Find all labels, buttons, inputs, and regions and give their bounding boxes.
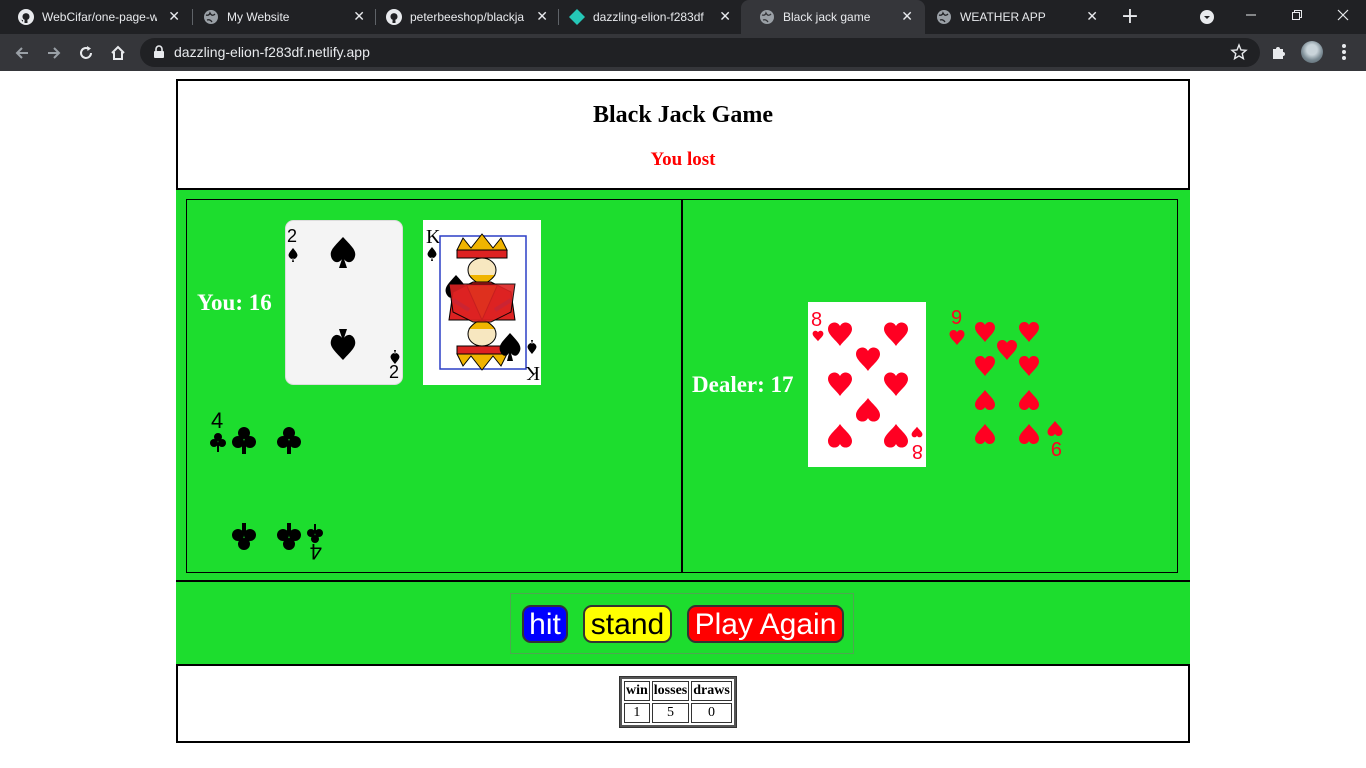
- close-icon: [1337, 9, 1349, 21]
- player-card: 2 2: [285, 220, 403, 385]
- forward-button[interactable]: [40, 39, 68, 67]
- restore-button[interactable]: [1274, 0, 1320, 34]
- url-text: dazzling-elion-f283df.netlify.app: [174, 44, 370, 60]
- svg-text:8: 8: [811, 309, 822, 331]
- game-result: You lost: [650, 149, 716, 170]
- svg-text:2: 2: [287, 226, 297, 246]
- new-tab-button[interactable]: +: [1118, 4, 1142, 30]
- github-icon: [386, 9, 402, 25]
- svg-text:K: K: [426, 226, 441, 248]
- hands-container: You: 16 2 2 K K 4 4 Dealer: 17 8 8 9 9: [186, 199, 1178, 573]
- globe-icon: [759, 9, 775, 25]
- github-icon: [18, 9, 34, 25]
- more-menu-icon[interactable]: [1336, 42, 1352, 62]
- tab-title: WebCifar/one-page-w: [42, 10, 157, 24]
- hands-divider: [681, 200, 683, 572]
- svg-text:9: 9: [951, 307, 962, 329]
- score-table: win losses draws 1 5 0: [619, 676, 737, 728]
- stats-area: win losses draws 1 5 0: [178, 666, 1188, 741]
- tab-title: peterbeeshop/blackja: [410, 10, 525, 24]
- svg-text:4: 4: [211, 408, 223, 433]
- arrow-left-icon: [15, 47, 28, 59]
- home-icon: [111, 45, 125, 60]
- back-button[interactable]: [8, 39, 36, 67]
- win-count: 1: [624, 703, 650, 723]
- draws-header: draws: [691, 681, 732, 701]
- game-container: Black Jack Game You lost You: 16 2 2 K K…: [176, 79, 1190, 743]
- win-header: win: [624, 681, 650, 701]
- button-group: hit stand Play Again: [510, 593, 854, 654]
- svg-text:4: 4: [310, 539, 322, 564]
- tab-title: Black jack game: [783, 10, 871, 24]
- close-icon[interactable]: ✕: [168, 0, 180, 34]
- play-again-button[interactable]: Play Again: [687, 605, 844, 643]
- dealer-score: Dealer: 17: [692, 372, 794, 397]
- losses-count: 5: [651, 703, 690, 723]
- bookmark-star-icon[interactable]: [1230, 43, 1248, 61]
- controls-bar: hit stand Play Again: [176, 582, 1190, 666]
- svg-text:8: 8: [912, 440, 923, 462]
- draws-count: 0: [691, 703, 732, 723]
- svg-text:9: 9: [1051, 437, 1062, 459]
- score-table-header-row: win losses draws: [624, 681, 732, 701]
- close-icon[interactable]: ✕: [901, 0, 913, 34]
- tab-search-button[interactable]: [1184, 0, 1230, 34]
- close-icon[interactable]: ✕: [536, 0, 548, 34]
- tab-title: dazzling-elion-f283df: [593, 10, 704, 24]
- close-icon[interactable]: ✕: [1086, 0, 1098, 34]
- page-viewport: Black Jack Game You lost You: 16 2 2 K K…: [0, 71, 1366, 768]
- game-title: Black Jack Game: [593, 102, 773, 128]
- profile-avatar[interactable]: [1301, 41, 1323, 63]
- dealer-card: 8 8: [808, 302, 926, 467]
- restore-icon: [1292, 10, 1302, 20]
- arrow-right-icon: [48, 47, 61, 59]
- lock-icon: [154, 45, 164, 58]
- chevron-down-icon: [1200, 10, 1214, 24]
- globe-icon: [936, 9, 952, 25]
- home-button[interactable]: [104, 39, 132, 67]
- game-header: Black Jack Game You lost: [178, 81, 1188, 189]
- tab-title: WEATHER APP: [960, 10, 1046, 24]
- browser-tab[interactable]: WEATHER APP ✕: [918, 0, 1110, 34]
- hit-button[interactable]: hit: [522, 605, 568, 643]
- minimize-button[interactable]: [1228, 0, 1274, 34]
- tab-title: My Website: [227, 10, 290, 24]
- card-table: You: 16 2 2 K K 4 4 Dealer: 17 8 8 9 9: [176, 188, 1190, 582]
- globe-icon: [203, 9, 219, 25]
- address-bar[interactable]: dazzling-elion-f283df.netlify.app: [140, 38, 1260, 67]
- browser-tab[interactable]: My Website ✕: [185, 0, 377, 34]
- netlify-icon: [569, 9, 585, 25]
- losses-header: losses: [651, 681, 690, 701]
- player-card: K K: [423, 220, 541, 385]
- dealer-card: 9 9: [949, 307, 1063, 459]
- close-icon[interactable]: ✕: [353, 0, 365, 34]
- browser-tab[interactable]: WebCifar/one-page-w ✕: [0, 0, 192, 34]
- reload-button[interactable]: [72, 39, 100, 67]
- extensions-icon[interactable]: [1270, 43, 1288, 61]
- browser-tab-active[interactable]: Black jack game ✕: [741, 0, 925, 34]
- stand-button[interactable]: stand: [583, 605, 672, 643]
- player-score: You: 16: [197, 290, 272, 315]
- player-card: 4 4: [210, 408, 323, 564]
- browser-tab[interactable]: dazzling-elion-f283df ✕: [551, 0, 743, 34]
- reload-icon: [80, 46, 92, 59]
- minimize-icon: [1246, 14, 1256, 16]
- score-table-values-row: 1 5 0: [624, 703, 732, 723]
- browser-tab[interactable]: peterbeeshop/blackja ✕: [368, 0, 560, 34]
- close-icon[interactable]: ✕: [719, 0, 731, 34]
- svg-text:K: K: [525, 362, 540, 384]
- browser-tab-strip: WebCifar/one-page-w ✕ My Website ✕ peter…: [0, 0, 1366, 34]
- svg-text:2: 2: [389, 362, 399, 382]
- browser-toolbar: dazzling-elion-f283df.netlify.app: [0, 34, 1366, 71]
- close-window-button[interactable]: [1320, 0, 1366, 34]
